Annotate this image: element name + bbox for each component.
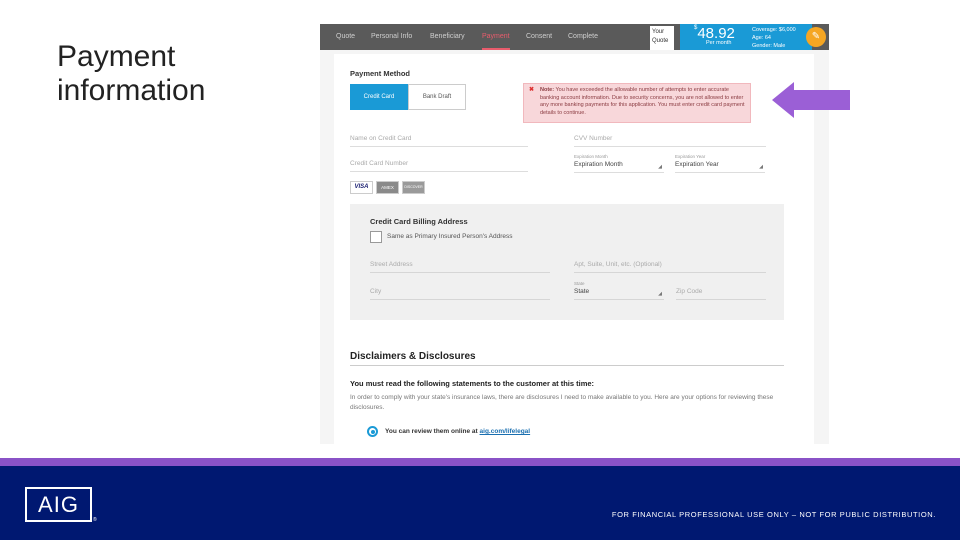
billing-address-section: Credit Card Billing Address Same as Prim… [350,204,784,320]
divider [350,365,784,366]
gender-text: Gender: Male [752,43,786,49]
state-select[interactable]: State State ◢ [574,281,664,300]
age-text: Age: 64 [752,35,771,41]
footer: AIG ® FOR FINANCIAL PROFESSIONAL USE ONL… [0,466,960,540]
same-address-label: Same as Primary Insured Person's Address [387,233,513,240]
quote-summary: $48.92 Per month Coverage: $6,000 Age: 6… [680,24,812,50]
review-online-radio[interactable] [367,426,378,437]
tab-personal-info[interactable]: Personal Info [371,24,412,50]
payment-form: Payment Method Credit Card Bank Draft ✖ … [334,54,814,444]
expiration-year-value: Expiration Year [675,161,719,168]
screenshot-panel: Quote Personal Info Beneficiary Payment … [320,24,829,444]
city-field[interactable]: City [370,288,550,300]
pointer-arrow-icon [772,82,850,118]
card-number-field[interactable]: Credit Card Number [350,160,528,172]
chevron-down-icon: ◢ [658,291,662,297]
expiration-month-label: Expiration Month [574,154,608,159]
visa-logo: VISA [350,181,373,194]
amex-logo: AMEX [376,181,399,194]
expiration-year-select[interactable]: Expiration Year Expiration Year ◢ [675,154,765,173]
registered-mark: ® [93,517,97,523]
tab-consent[interactable]: Consent [526,24,552,50]
error-text: You have exceeded the allowable number o… [540,87,745,116]
chevron-down-icon: ◢ [658,164,662,170]
billing-heading: Credit Card Billing Address [370,217,468,226]
credit-card-button[interactable]: Credit Card [350,84,408,110]
payment-method-heading: Payment Method [350,69,411,78]
slide-title: Payment information [57,40,206,107]
apt-field[interactable]: Apt, Suite, Unit, etc. (Optional) [574,261,766,273]
review-online-text: You can review them online at [385,428,478,435]
quote-details: Coverage: $6,000 Age: 64 Gender: Male [752,26,796,50]
tab-quote[interactable]: Quote [336,24,355,50]
slide: Payment information Quote Personal Info … [0,0,960,540]
bank-draft-button[interactable]: Bank Draft [408,84,466,110]
must-read-heading: You must read the following statements t… [350,379,595,388]
state-label: State [574,281,585,286]
tab-payment[interactable]: Payment [482,24,510,50]
tab-beneficiary[interactable]: Beneficiary [430,24,465,50]
pencil-icon[interactable]: ✎ [806,27,826,47]
discover-logo: DISCOVER [402,181,425,194]
expiration-year-label: Expiration Year [675,154,706,159]
price-period: Per month [706,40,732,46]
error-message: ✖ Note: You have exceeded the allowable … [523,83,751,123]
disclosures-title: Disclaimers & Disclosures [350,351,476,362]
review-online-label: You can review them online at aig.com/li… [385,428,530,435]
aig-logo: AIG [25,487,92,522]
tab-complete[interactable]: Complete [568,24,598,50]
expiration-month-select[interactable]: Expiration Month Expiration Month ◢ [574,154,664,173]
street-address-field[interactable]: Street Address [370,261,550,273]
accent-bar [0,458,960,466]
same-address-checkbox[interactable] [370,231,382,243]
review-online-link[interactable]: aig.com/lifelegal [480,428,531,435]
footer-disclaimer: FOR FINANCIAL PROFESSIONAL USE ONLY – NO… [611,510,936,519]
disclosures-body: In order to comply with your state's ins… [350,394,774,411]
quote-label: Your Quote [650,26,674,50]
expiration-month-value: Expiration Month [574,161,623,168]
error-prefix: Note: [540,87,555,93]
state-value: State [574,288,590,295]
chevron-down-icon: ◢ [759,164,763,170]
cvv-field[interactable]: CVV Number [574,135,766,147]
x-icon: ✖ [529,87,535,93]
name-on-card-field[interactable]: Name on Credit Card [350,135,528,147]
coverage-text: Coverage: $6,000 [752,27,796,33]
zip-field[interactable]: Zip Code [676,288,766,300]
